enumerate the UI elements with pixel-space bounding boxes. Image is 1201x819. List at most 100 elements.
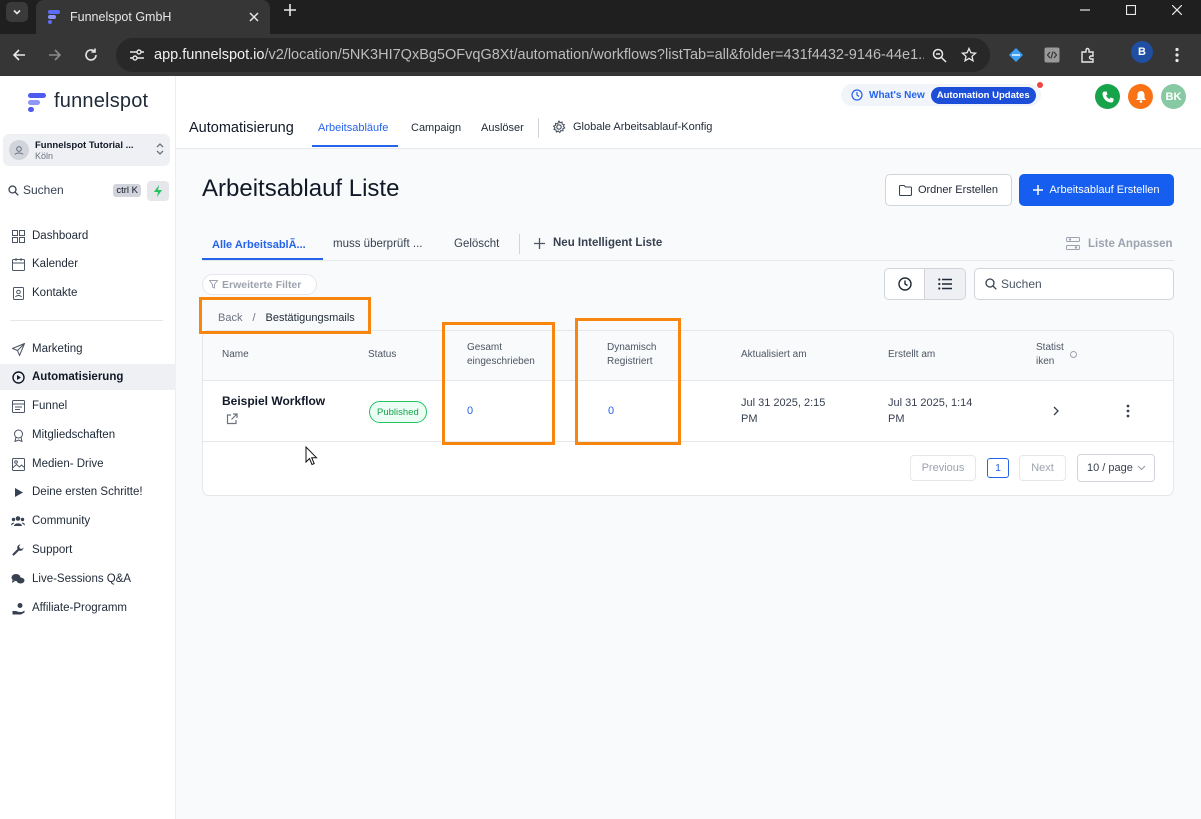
tab-triggers[interactable]: Auslöser [481,122,524,134]
tab-workflows[interactable]: Arbeitsabläufe [318,122,388,134]
page-size-select[interactable]: 10 / page [1077,454,1155,482]
sidebar-item-label: Kalender [32,258,79,270]
quick-actions-button[interactable] [147,181,169,201]
new-tab-button[interactable] [280,0,300,20]
phone-icon [1102,91,1113,102]
address-bar[interactable]: app.funnelspot.io/v2/location/5NK3HI7QxB… [116,38,990,72]
sidebar-item-live-sessions[interactable]: Live-Sessions Q&A [0,566,176,592]
close-tab-icon[interactable] [244,7,264,27]
forward-button[interactable] [41,41,69,69]
column-total-line2: eingeschrieben [467,356,535,367]
sidebar-item-support[interactable]: Support [0,537,176,563]
advanced-filter-button[interactable]: Erweiterte Filter [202,274,317,295]
updated-date-line1: Jul 31 2025, 2:15 [741,397,826,409]
history-view-button[interactable] [885,269,924,299]
tab-search-button[interactable] [6,2,28,22]
url-text[interactable]: app.funnelspot.io/v2/location/5NK3HI7QxB… [154,47,924,63]
hand-money-icon [10,600,26,616]
list-view-button[interactable] [924,269,965,299]
sidebar-item-media-drive[interactable]: Medien- Drive [0,451,176,477]
reload-icon [85,48,97,61]
tab-campaign[interactable]: Campaign [411,122,461,134]
sidebar-item-dashboard[interactable]: Dashboard [0,223,176,249]
list-tab-needs-review[interactable]: muss überprüft ... [333,238,422,250]
funnel-page-icon [10,398,26,414]
external-link-icon[interactable] [226,413,238,425]
calendar-icon [10,256,26,272]
sidebar: funnelspot Funnelspot Tutorial ... Köln … [0,76,176,819]
create-workflow-label: Arbeitsablauf Erstellen [1049,184,1160,196]
tab-global-config[interactable]: Globale Arbeitsablauf-Konfig [552,120,712,134]
sidebar-item-automation[interactable]: Automatisierung [0,364,176,390]
browser-tab-title: Funnelspot GmbH [70,10,172,24]
extensions-puzzle-icon[interactable] [1074,41,1102,69]
sidebar-item-label: Medien- Drive [32,458,104,470]
close-window-button[interactable] [1154,0,1200,20]
list-tab-all[interactable]: Alle ArbeitsablÃ... [212,239,306,251]
sidebar-item-label: Deine ersten Schritte! [32,486,143,498]
sidebar-item-calendar[interactable]: Kalender [0,251,176,277]
search-icon [8,184,19,196]
current-page-button[interactable]: 1 [987,458,1009,478]
funnelspot-logo-icon [26,91,48,113]
bookmark-star-icon[interactable] [954,41,984,69]
whats-new-banner[interactable]: What's New Automation Updates [841,82,1043,106]
contacts-book-icon [10,285,26,301]
info-icon[interactable] [1070,351,1077,358]
chevron-up-down-icon [156,142,164,159]
column-name: Name [222,349,249,360]
list-tab-deleted[interactable]: Gelöscht [454,238,499,250]
browser-menu-icon[interactable] [1163,41,1191,69]
zoom-icon[interactable] [924,41,954,69]
created-date-line1: Jul 31 2025, 1:14 [888,397,973,409]
more-options-icon[interactable] [1126,404,1130,418]
new-smart-list-button[interactable]: Neu Intelligent Liste [534,237,662,249]
extension-diamond-icon[interactable] [1002,41,1030,69]
site-info-icon[interactable] [122,41,152,69]
create-workflow-button[interactable]: Arbeitsablauf Erstellen [1019,174,1174,206]
phone-button[interactable] [1095,84,1120,109]
workflow-search-input[interactable] [1001,277,1161,291]
create-folder-button[interactable]: Ordner Erstellen [885,174,1012,206]
column-total-line1: Gesamt [467,342,503,353]
chevron-right-icon[interactable] [1053,406,1059,416]
sidebar-item-community[interactable]: Community [0,508,176,534]
minimize-window-button[interactable] [1062,0,1108,20]
sidebar-item-funnel[interactable]: Funnel [0,393,176,419]
workflow-table: Name Status Gesamt eingeschrieben Dynami… [202,330,1174,496]
new-smart-list-label: Neu Intelligent Liste [553,237,663,249]
account-switcher[interactable]: Funnelspot Tutorial ... Köln [3,134,170,166]
workflow-search[interactable] [974,268,1174,300]
breadcrumb-back[interactable]: Back [218,312,242,324]
column-statistics: Statist iken [1036,341,1064,369]
sidebar-item-label: Affiliate-Programm [32,602,128,614]
sidebar-item-contacts[interactable]: Kontakte [0,280,176,306]
column-dynamic-registered: Dynamisch Registriert [607,341,656,369]
sidebar-item-affiliate[interactable]: Affiliate-Programm [0,595,176,621]
workflow-name[interactable]: Beispiel Workflow [222,393,325,409]
browser-profile-avatar[interactable]: B [1131,41,1153,63]
sidebar-item-first-steps[interactable]: Deine ersten Schritte! [0,479,176,505]
active-tab-indicator [312,145,398,147]
next-page-button[interactable]: Next [1019,455,1066,481]
extension-code-icon[interactable] [1038,41,1066,69]
create-folder-label: Ordner Erstellen [917,184,999,196]
total-enrolled-count[interactable]: 0 [467,403,473,419]
previous-page-button[interactable]: Previous [910,455,976,481]
location-pin-icon [9,140,29,160]
reload-button[interactable] [77,41,105,69]
sidebar-item-marketing[interactable]: Marketing [0,336,176,362]
dynamic-registered-count[interactable]: 0 [608,403,614,419]
user-avatar[interactable]: BK [1161,84,1186,109]
sidebar-search[interactable]: Suchen ctrl K [8,182,141,198]
maximize-window-button[interactable] [1108,0,1154,20]
brand-logo[interactable]: funnelspot [26,90,148,113]
notifications-button[interactable] [1128,84,1153,109]
play-icon [10,484,26,500]
browser-tab[interactable]: Funnelspot GmbH [36,0,270,34]
back-button[interactable] [5,41,33,69]
sidebar-item-memberships[interactable]: Mitgliedschaften [0,422,176,448]
table-row[interactable]: Beispiel Workflow Published 0 0 Jul 31 2… [203,381,1173,442]
customize-list-button[interactable]: Liste Anpassen [1066,237,1173,250]
column-stats-line2: iken [1036,356,1055,367]
